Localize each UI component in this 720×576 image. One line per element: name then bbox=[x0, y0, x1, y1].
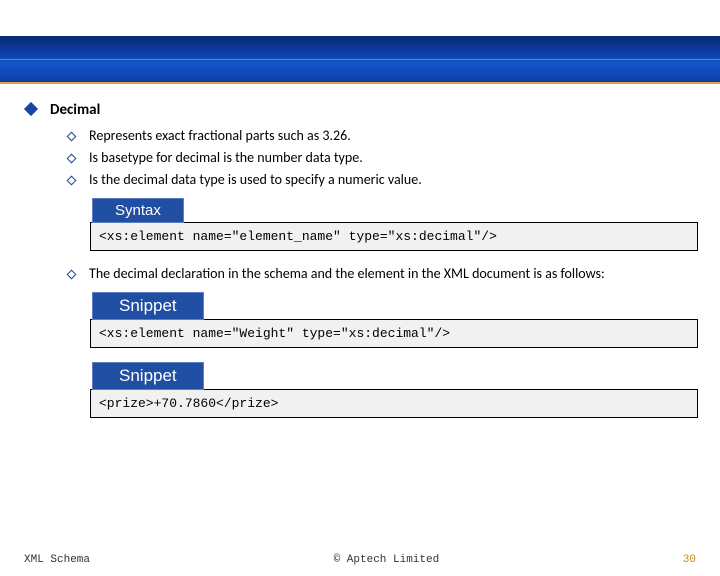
section-heading: Decimal bbox=[26, 100, 698, 119]
diamond-outline-icon bbox=[67, 176, 77, 186]
bullet-text: Is basetype for decimal is the number da… bbox=[89, 149, 363, 166]
code-snippet-1: <xs:element name="Weight" type="xs:decim… bbox=[90, 319, 698, 348]
header-band bbox=[0, 36, 720, 84]
footer-left: XML Schema bbox=[24, 554, 90, 566]
code-syntax: <xs:element name="element_name" type="xs… bbox=[90, 222, 698, 251]
diamond-outline-icon bbox=[67, 132, 77, 142]
content-area: Decimal Represents exact fractional part… bbox=[0, 84, 720, 418]
list-item: Is basetype for decimal is the number da… bbox=[68, 149, 698, 166]
page-number: 30 bbox=[683, 554, 696, 566]
bullet-text: Is the decimal data type is used to spec… bbox=[89, 171, 422, 188]
diamond-outline-icon bbox=[67, 270, 77, 280]
section-label: Decimal bbox=[50, 101, 100, 119]
footer-center: © Aptech Limited bbox=[334, 554, 440, 566]
list-item: The decimal declaration in the schema an… bbox=[68, 265, 698, 282]
list-item: Is the decimal data type is used to spec… bbox=[68, 171, 698, 188]
sublist: Represents exact fractional parts such a… bbox=[68, 127, 698, 188]
list-item: Represents exact fractional parts such a… bbox=[68, 127, 698, 144]
snippet-label: Snippet bbox=[92, 292, 204, 320]
footer: XML Schema © Aptech Limited 30 bbox=[0, 554, 720, 566]
bullet-text: Represents exact fractional parts such a… bbox=[89, 127, 351, 144]
syntax-label: Syntax bbox=[92, 198, 184, 223]
snippet-block-2: Snippet <prize>+70.7860</prize> bbox=[90, 362, 698, 418]
diamond-bullet-icon bbox=[24, 102, 38, 116]
snippet-label: Snippet bbox=[92, 362, 204, 390]
snippet-block-1: Snippet <xs:element name="Weight" type="… bbox=[90, 292, 698, 348]
sublist: The decimal declaration in the schema an… bbox=[68, 265, 698, 282]
bullet-text: The decimal declaration in the schema an… bbox=[89, 265, 605, 282]
diamond-outline-icon bbox=[67, 154, 77, 164]
code-snippet-2: <prize>+70.7860</prize> bbox=[90, 389, 698, 418]
syntax-block: Syntax <xs:element name="element_name" t… bbox=[90, 198, 698, 251]
